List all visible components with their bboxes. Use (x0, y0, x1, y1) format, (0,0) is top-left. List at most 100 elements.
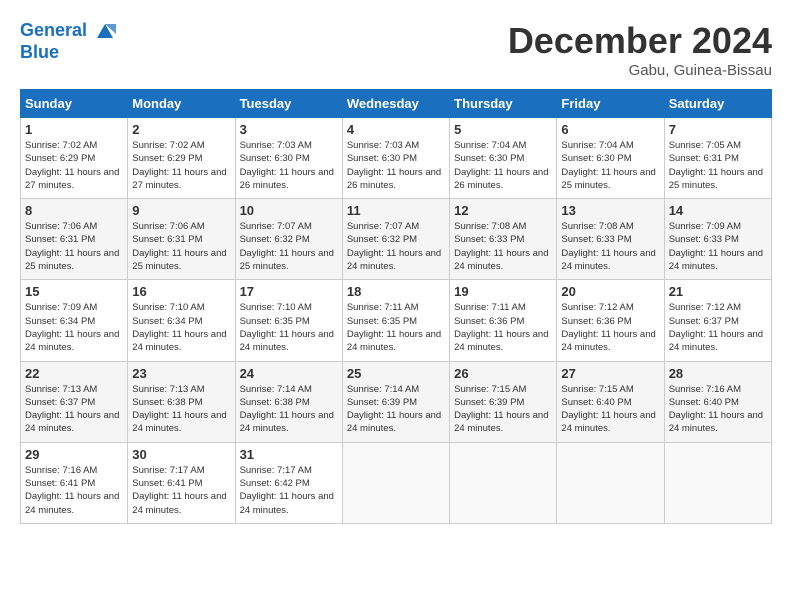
calendar-cell (664, 442, 771, 523)
day-info: Sunrise: 7:14 AMSunset: 6:39 PMDaylight:… (347, 384, 441, 435)
day-number: 7 (669, 122, 767, 137)
calendar-cell: 16Sunrise: 7:10 AMSunset: 6:34 PMDayligh… (128, 280, 235, 361)
calendar-cell: 8 Sunrise: 7:06 AMSunset: 6:31 PMDaylight… (21, 199, 128, 280)
day-info: Sunrise: 7:02 AMSunset: 6:29 PMDaylight:… (132, 140, 226, 191)
day-info: Sunrise: 7:10 AMSunset: 6:35 PMDaylight:… (240, 302, 334, 353)
day-info: Sunrise: 7:05 AMSunset: 6:31 PMDaylight:… (669, 140, 763, 191)
logo: General Blue (20, 20, 116, 63)
calendar-cell: 13 Sunrise: 7:08 AMSunset: 6:33 PMDayligh… (557, 199, 664, 280)
day-number: 11 (347, 203, 445, 218)
day-info: Sunrise: 7:13 AMSunset: 6:38 PMDaylight:… (132, 384, 226, 435)
day-info: Sunrise: 7:16 AMSunset: 6:41 PMDaylight:… (25, 465, 119, 516)
day-info: Sunrise: 7:17 AMSunset: 6:41 PMDaylight:… (132, 465, 226, 516)
col-sunday: Sunday (21, 90, 128, 118)
day-number: 14 (669, 203, 767, 218)
calendar-cell: 20Sunrise: 7:12 AMSunset: 6:36 PMDayligh… (557, 280, 664, 361)
day-info: Sunrise: 7:16 AMSunset: 6:40 PMDaylight:… (669, 384, 763, 435)
calendar-cell: 2 Sunrise: 7:02 AMSunset: 6:29 PMDaylight… (128, 118, 235, 199)
day-info: Sunrise: 7:09 AMSunset: 6:34 PMDaylight:… (25, 302, 119, 353)
day-number: 23 (132, 366, 230, 381)
calendar-cell: 21Sunrise: 7:12 AMSunset: 6:37 PMDayligh… (664, 280, 771, 361)
calendar-week-row: 8 Sunrise: 7:06 AMSunset: 6:31 PMDaylight… (21, 199, 772, 280)
day-number: 17 (240, 284, 338, 299)
day-number: 10 (240, 203, 338, 218)
day-number: 3 (240, 122, 338, 137)
calendar-cell: 23 Sunrise: 7:13 AMSunset: 6:38 PMDayligh… (128, 361, 235, 442)
calendar-cell (557, 442, 664, 523)
calendar-cell (450, 442, 557, 523)
day-info: Sunrise: 7:07 AMSunset: 6:32 PMDaylight:… (347, 221, 441, 272)
day-number: 15 (25, 284, 123, 299)
logo-text: General (20, 20, 116, 42)
day-number: 26 (454, 366, 552, 381)
page-header: General Blue December 2024 Gabu, Guinea-… (20, 20, 772, 79)
calendar-cell: 11 Sunrise: 7:07 AMSunset: 6:32 PMDayligh… (342, 199, 449, 280)
day-number: 20 (561, 284, 659, 299)
day-number: 2 (132, 122, 230, 137)
calendar-week-row: 22 Sunrise: 7:13 AMSunset: 6:37 PMDayligh… (21, 361, 772, 442)
day-info: Sunrise: 7:02 AMSunset: 6:29 PMDaylight:… (25, 140, 119, 191)
calendar-cell: 15 Sunrise: 7:09 AMSunset: 6:34 PMDayligh… (21, 280, 128, 361)
day-info: Sunrise: 7:15 AMSunset: 6:40 PMDaylight:… (561, 384, 655, 435)
day-number: 24 (240, 366, 338, 381)
calendar-cell: 31Sunrise: 7:17 AMSunset: 6:42 PMDayligh… (235, 442, 342, 523)
day-number: 6 (561, 122, 659, 137)
day-number: 29 (25, 447, 123, 462)
calendar-cell: 5 Sunrise: 7:04 AMSunset: 6:30 PMDaylight… (450, 118, 557, 199)
calendar-cell: 18 Sunrise: 7:11 AMSunset: 6:35 PMDayligh… (342, 280, 449, 361)
calendar-cell: 30Sunrise: 7:17 AMSunset: 6:41 PMDayligh… (128, 442, 235, 523)
calendar-cell: 14Sunrise: 7:09 AMSunset: 6:33 PMDayligh… (664, 199, 771, 280)
calendar-table: Sunday Monday Tuesday Wednesday Thursday… (20, 89, 772, 524)
logo-icon (94, 20, 116, 42)
day-info: Sunrise: 7:03 AMSunset: 6:30 PMDaylight:… (240, 140, 334, 191)
day-number: 31 (240, 447, 338, 462)
day-info: Sunrise: 7:04 AMSunset: 6:30 PMDaylight:… (561, 140, 655, 191)
month-title: December 2024 (508, 20, 772, 62)
day-number: 1 (25, 122, 123, 137)
col-monday: Monday (128, 90, 235, 118)
col-tuesday: Tuesday (235, 90, 342, 118)
calendar-cell: 17 Sunrise: 7:10 AMSunset: 6:35 PMDayligh… (235, 280, 342, 361)
day-info: Sunrise: 7:08 AMSunset: 6:33 PMDaylight:… (561, 221, 655, 272)
day-number: 9 (132, 203, 230, 218)
day-number: 5 (454, 122, 552, 137)
day-info: Sunrise: 7:13 AMSunset: 6:37 PMDaylight:… (25, 384, 119, 435)
calendar-cell: 6 Sunrise: 7:04 AMSunset: 6:30 PMDaylight… (557, 118, 664, 199)
col-wednesday: Wednesday (342, 90, 449, 118)
calendar-cell: 10 Sunrise: 7:07 AMSunset: 6:32 PMDayligh… (235, 199, 342, 280)
day-info: Sunrise: 7:11 AMSunset: 6:36 PMDaylight:… (454, 302, 548, 353)
calendar-cell: 4Sunrise: 7:03 AMSunset: 6:30 PMDaylight… (342, 118, 449, 199)
calendar-header-row: Sunday Monday Tuesday Wednesday Thursday… (21, 90, 772, 118)
day-info: Sunrise: 7:12 AMSunset: 6:37 PMDaylight:… (669, 302, 763, 353)
calendar-cell: 19 Sunrise: 7:11 AMSunset: 6:36 PMDayligh… (450, 280, 557, 361)
title-section: December 2024 Gabu, Guinea-Bissau (508, 20, 772, 79)
calendar-week-row: 1 Sunrise: 7:02 AMSunset: 6:29 PMDaylight… (21, 118, 772, 199)
day-info: Sunrise: 7:07 AMSunset: 6:32 PMDaylight:… (240, 221, 334, 272)
calendar-cell: 28 Sunrise: 7:16 AMSunset: 6:40 PMDayligh… (664, 361, 771, 442)
col-thursday: Thursday (450, 90, 557, 118)
day-number: 22 (25, 366, 123, 381)
day-number: 19 (454, 284, 552, 299)
calendar-cell: 25Sunrise: 7:14 AMSunset: 6:39 PMDayligh… (342, 361, 449, 442)
day-info: Sunrise: 7:06 AMSunset: 6:31 PMDaylight:… (132, 221, 226, 272)
location: Gabu, Guinea-Bissau (508, 62, 772, 79)
calendar-cell: 29 Sunrise: 7:16 AMSunset: 6:41 PMDayligh… (21, 442, 128, 523)
day-info: Sunrise: 7:03 AMSunset: 6:30 PMDaylight:… (347, 140, 441, 191)
day-number: 8 (25, 203, 123, 218)
col-friday: Friday (557, 90, 664, 118)
calendar-cell: 12Sunrise: 7:08 AMSunset: 6:33 PMDayligh… (450, 199, 557, 280)
day-number: 13 (561, 203, 659, 218)
calendar-cell: 26Sunrise: 7:15 AMSunset: 6:39 PMDayligh… (450, 361, 557, 442)
calendar-cell (342, 442, 449, 523)
day-number: 18 (347, 284, 445, 299)
day-info: Sunrise: 7:04 AMSunset: 6:30 PMDaylight:… (454, 140, 548, 191)
col-saturday: Saturday (664, 90, 771, 118)
logo-blue: Blue (20, 42, 116, 63)
day-number: 28 (669, 366, 767, 381)
calendar-cell: 22 Sunrise: 7:13 AMSunset: 6:37 PMDayligh… (21, 361, 128, 442)
calendar-cell: 27Sunrise: 7:15 AMSunset: 6:40 PMDayligh… (557, 361, 664, 442)
day-info: Sunrise: 7:06 AMSunset: 6:31 PMDaylight:… (25, 221, 119, 272)
day-info: Sunrise: 7:11 AMSunset: 6:35 PMDaylight:… (347, 302, 441, 353)
calendar-cell: 9 Sunrise: 7:06 AMSunset: 6:31 PMDaylight… (128, 199, 235, 280)
calendar-week-row: 29 Sunrise: 7:16 AMSunset: 6:41 PMDayligh… (21, 442, 772, 523)
